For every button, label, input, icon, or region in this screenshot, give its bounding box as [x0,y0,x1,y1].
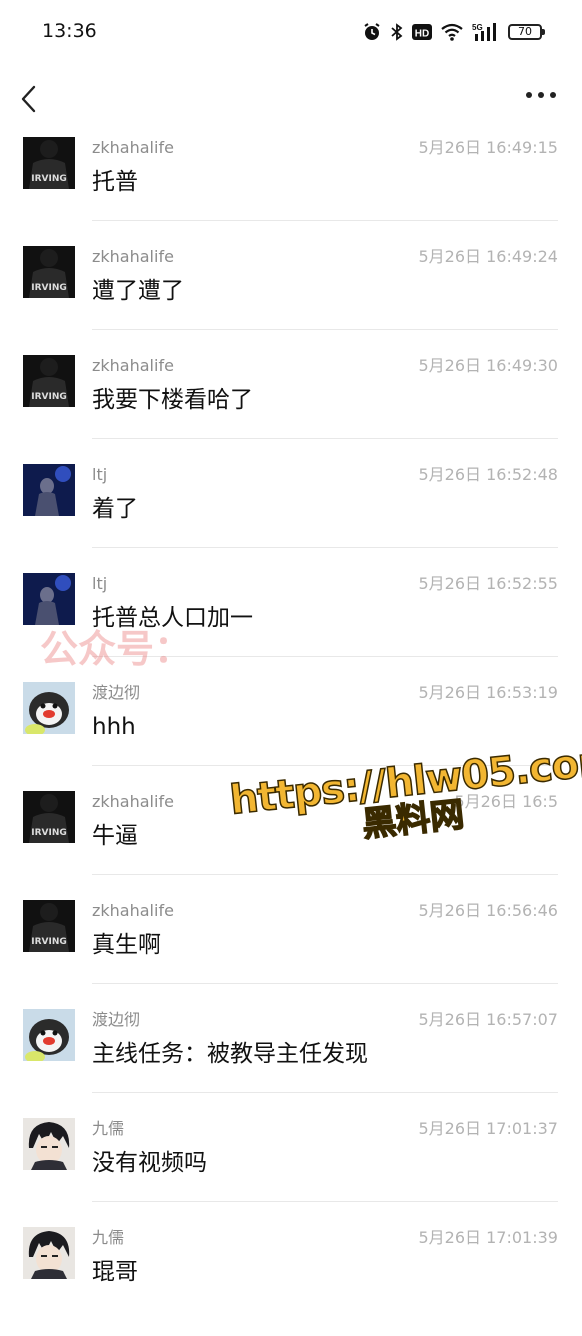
avatar-irving-image: IRVING [23,355,75,407]
avatar-anime-image [23,1227,75,1279]
message-time: 5月26日 16:53:19 [418,683,559,702]
svg-text:IRVING: IRVING [31,937,67,947]
list-item[interactable]: IRVING zkhahalife 5月26日 16:49:24 遭了遭了 [0,246,582,355]
avatar-stage-image [23,464,75,516]
message-text: 真生啊 [92,932,161,958]
list-item[interactable]: IRVING zkhahalife 5月26日 16:49:15 托普 [0,137,582,246]
sender-name: zkhahalife [92,792,174,811]
sender-name: 九儒 [92,1228,125,1247]
list-item[interactable]: 九儒 5月26日 17:01:37 没有视频吗 [0,1118,582,1227]
message-time: 5月26日 16:52:48 [418,465,559,484]
avatar-irving-image: IRVING [23,900,75,952]
message-text: 我要下楼看哈了 [92,387,253,413]
divider [92,1092,558,1093]
sender-name: zkhahalife [92,901,174,920]
avatar-irving-image: IRVING [23,791,75,843]
message-text: 托普 [92,169,138,195]
sender-name: ltj [92,465,108,484]
list-item[interactable]: IRVING zkhahalife 5月26日 16:49:30 我要下楼看哈了 [0,355,582,464]
message-time: 5月26日 16:49:15 [418,138,559,157]
message-text: 琨哥 [92,1259,138,1285]
list-item[interactable]: ltj 5月26日 16:52:48 着了 [0,464,582,573]
avatar-irving-image: IRVING [23,246,75,298]
message-time: 5月26日 17:01:37 [418,1119,559,1138]
message-time: 5月26日 16:56:46 [418,901,559,920]
avatar-penguin-image [23,682,75,734]
avatar[interactable] [23,682,75,734]
sender-name: 渡边彻 [92,683,141,702]
svg-text:IRVING: IRVING [31,392,67,402]
message-time: 5月26日 16:49:30 [418,356,559,375]
divider [92,547,558,548]
avatar-penguin-image [23,1009,75,1061]
sender-name: zkhahalife [92,138,174,157]
list-item[interactable]: IRVING zkhahalife 5月26日 16:56:46 真生啊 [0,900,582,1009]
message-time: 5月26日 16:57:07 [418,1010,559,1029]
divider [92,438,558,439]
message-text: 没有视频吗 [92,1150,207,1176]
avatar[interactable]: IRVING [23,137,75,189]
avatar[interactable] [23,1118,75,1170]
divider [92,1201,558,1202]
svg-text:IRVING: IRVING [31,828,67,838]
divider [92,983,558,984]
list-item[interactable]: 九儒 5月26日 17:01:39 琨哥 [0,1227,582,1336]
avatar-anime-image [23,1118,75,1170]
message-time: 5月26日 16:49:24 [418,247,559,266]
sender-name: zkhahalife [92,356,174,375]
avatar[interactable]: IRVING [23,355,75,407]
avatar-irving-image: IRVING [23,137,75,189]
sender-name: zkhahalife [92,247,174,266]
avatar[interactable] [23,464,75,516]
sender-name: ltj [92,574,108,593]
avatar[interactable] [23,1009,75,1061]
avatar[interactable] [23,1227,75,1279]
faint-watermark: 公众号： [40,627,193,671]
message-text: 遭了遭了 [92,278,184,304]
message-time: 5月26日 17:01:39 [418,1228,559,1247]
sender-name: 九儒 [92,1119,125,1138]
svg-text:IRVING: IRVING [31,283,67,293]
svg-text:IRVING: IRVING [31,174,67,184]
message-time: 5月26日 16:52:55 [418,574,559,593]
message-text: hhh [92,714,136,740]
avatar[interactable]: IRVING [23,791,75,843]
sender-name: 渡边彻 [92,1010,141,1029]
divider [92,220,558,221]
message-text: 主线任务：被教导主任发现 [92,1041,368,1067]
message-text: 牛逼 [92,823,138,849]
list-item[interactable]: 渡边彻 5月26日 16:57:07 主线任务：被教导主任发现 [0,1009,582,1118]
avatar[interactable]: IRVING [23,900,75,952]
avatar[interactable]: IRVING [23,246,75,298]
message-text: 着了 [92,496,138,522]
divider [92,329,558,330]
